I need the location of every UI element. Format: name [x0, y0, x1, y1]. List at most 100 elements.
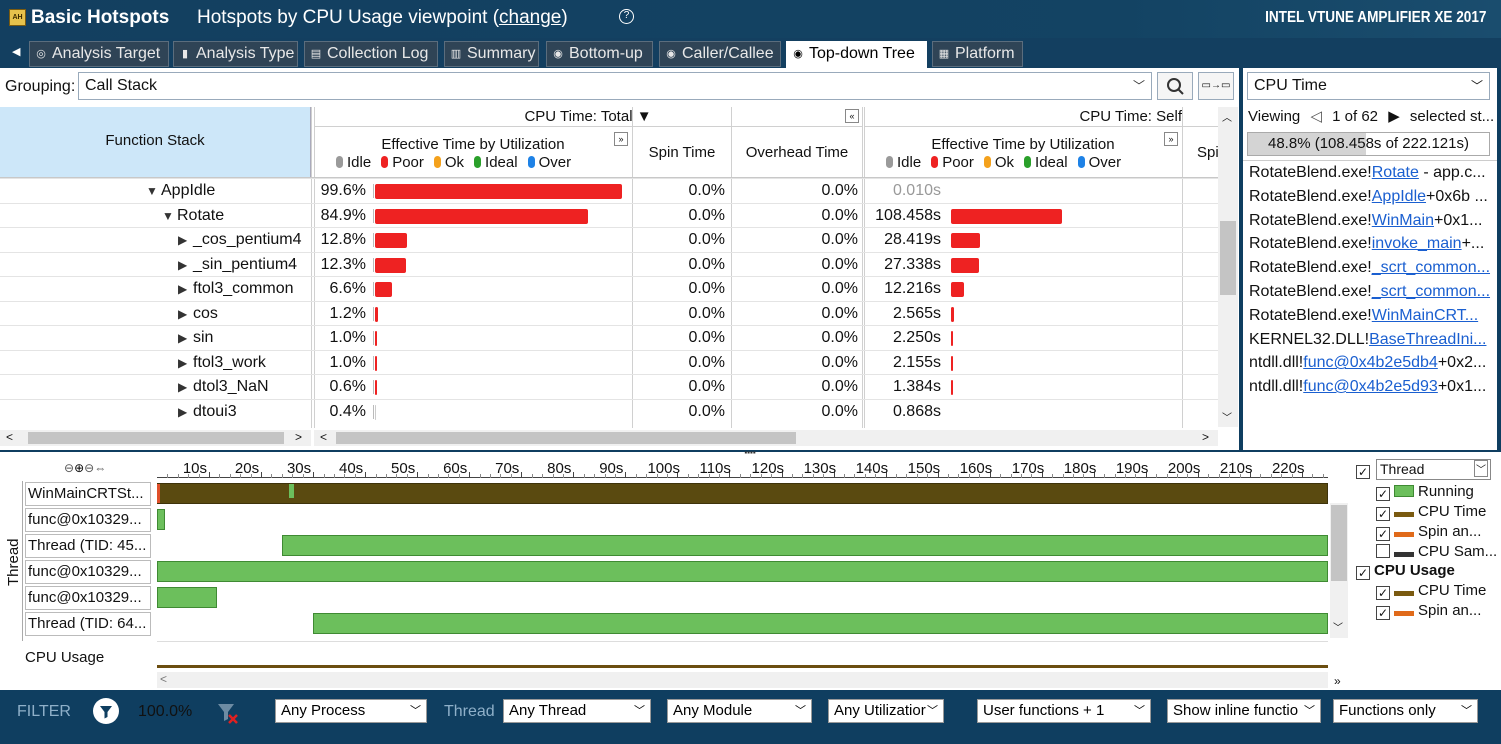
scroll-down-icon[interactable]: ﹀: [1222, 409, 1232, 424]
cpu-total-header[interactable]: CPU Time: Total ▼: [314, 107, 862, 127]
stack-function-link[interactable]: WinMainCRT...: [1372, 307, 1478, 324]
legend-item[interactable]: ✓ Spin an...: [1376, 602, 1481, 620]
table-row[interactable]: ▶ cos 1.2% 0.0% 0.0% 2.565s: [0, 300, 1218, 326]
table-row[interactable]: ▶ dtoui3 0.4% 0.0% 0.0% 0.868s: [0, 398, 1218, 424]
tab-platform[interactable]: ▦ Platform: [932, 41, 1023, 67]
stack-frame[interactable]: KERNEL32.DLL!BaseThreadIni...: [1249, 331, 1491, 349]
user-functions-select[interactable]: User functions + 1 ﹀: [977, 699, 1151, 723]
legend-expand-icon[interactable]: »: [1334, 674, 1341, 688]
stack-frame[interactable]: RotateBlend.exe!WinMainCRT...: [1249, 307, 1491, 325]
thread-label[interactable]: func@0x10329...: [25, 560, 151, 584]
thread-filter-select[interactable]: Any Thread ﹀: [503, 699, 651, 723]
next-stack-icon[interactable]: ▶: [1388, 108, 1400, 125]
thread-label[interactable]: Thread (TID: 45...: [25, 534, 151, 558]
tab-top-down-tree[interactable]: ◉ Top-down Tree: [786, 41, 927, 68]
legend-item[interactable]: CPU Sam...: [1376, 543, 1497, 560]
scroll-right-icon[interactable]: >: [295, 430, 302, 444]
stack-function-link[interactable]: func@0x4b2e5db4: [1303, 354, 1438, 371]
stack-frame[interactable]: RotateBlend.exe!invoke_main+...: [1249, 235, 1491, 253]
scroll-down-icon[interactable]: ﹀: [1333, 619, 1343, 634]
stack-metric-select[interactable]: CPU Time ﹀: [1247, 72, 1490, 100]
expand-effective-self-icon[interactable]: »: [1164, 132, 1178, 146]
checkbox-checked-icon[interactable]: ✓: [1376, 487, 1390, 501]
checkbox-checked-icon[interactable]: ✓: [1376, 586, 1390, 600]
effective-self-header[interactable]: Effective Time by Utilization » Idle Poor…: [864, 128, 1182, 177]
table-row[interactable]: ▶ ftol3_work 1.0% 0.0% 0.0% 2.155s: [0, 349, 1218, 374]
expand-icon[interactable]: ▶: [178, 400, 187, 424]
spin-time-header[interactable]: Spin Time: [633, 128, 731, 177]
thread-group-checkbox[interactable]: ✓: [1356, 461, 1374, 479]
thread-running-bar[interactable]: [157, 483, 1328, 504]
grouping-select[interactable]: Call Stack ﹀: [78, 72, 1152, 100]
change-viewpoint-link[interactable]: change: [499, 7, 561, 28]
scroll-up-icon[interactable]: ︿: [1222, 109, 1232, 124]
utilization-filter-select[interactable]: Any Utilizatior ﹀: [828, 699, 944, 723]
stack-frame[interactable]: RotateBlend.exe!WinMain+0x1...: [1249, 212, 1491, 230]
table-row[interactable]: ▶ _sin_pentium4 12.3% 0.0% 0.0% 27.338s: [0, 251, 1218, 276]
stack-function-link[interactable]: AppIdle: [1372, 188, 1426, 205]
cpu-usage-track[interactable]: [157, 641, 1328, 668]
stack-function-link[interactable]: Rotate: [1372, 164, 1419, 181]
grid-vertical-scrollbar[interactable]: ︿ ﹀: [1218, 107, 1238, 427]
thread-running-bar[interactable]: [281, 535, 1328, 556]
expand-icon[interactable]: ▶: [178, 302, 187, 326]
stack-hscroll-thumb[interactable]: [28, 432, 284, 444]
scroll-left-icon[interactable]: <: [6, 430, 13, 444]
zoom-in-icon[interactable]: ⊕: [74, 461, 84, 475]
thread-running-bar[interactable]: [313, 613, 1328, 634]
tab-scroll-left-icon[interactable]: ◀: [12, 45, 20, 58]
legend-item[interactable]: ✓ CPU Time: [1376, 582, 1486, 600]
expand-icon[interactable]: ▶: [178, 228, 187, 252]
checkbox-checked-icon[interactable]: ✓: [1376, 507, 1390, 521]
thread-label[interactable]: func@0x10329...: [25, 508, 151, 532]
scroll-left-icon[interactable]: <: [320, 430, 327, 444]
legend-item[interactable]: ✓ Spin an...: [1376, 523, 1481, 541]
collapse-icon[interactable]: ▼: [146, 179, 158, 203]
stack-function-link[interactable]: BaseThreadIni...: [1369, 331, 1486, 348]
stack-function-link[interactable]: WinMain: [1372, 212, 1434, 229]
tab-summary[interactable]: ▥ Summary: [444, 41, 539, 67]
stack-frame[interactable]: RotateBlend.exe!_scrt_common...: [1249, 259, 1491, 277]
column-layout-button[interactable]: ▭→▭: [1198, 72, 1234, 100]
help-icon[interactable]: ?: [619, 9, 634, 24]
stack-frame[interactable]: ntdll.dll!func@0x4b2e5db4+0x2...: [1249, 354, 1491, 372]
stack-function-link[interactable]: func@0x4b2e5d93: [1303, 378, 1438, 395]
prev-stack-icon[interactable]: ◁: [1310, 108, 1322, 125]
zoom-controls[interactable]: ⊖⊕⊖⇔: [64, 461, 106, 475]
zoom-reset-icon[interactable]: ⇔: [94, 461, 106, 475]
stack-frame[interactable]: RotateBlend.exe!_scrt_common...: [1249, 283, 1491, 301]
metrics-hscroll-thumb[interactable]: [336, 432, 796, 444]
table-row[interactable]: ▼ Rotate 84.9% 0.0% 0.0% 108.458s: [0, 202, 1218, 228]
process-filter-select[interactable]: Any Process ﹀: [275, 699, 427, 723]
inline-functions-select[interactable]: Show inline functio ﹀: [1167, 699, 1321, 723]
spin-self-header[interactable]: Spi: [1183, 128, 1218, 177]
table-row[interactable]: ▶ _cos_pentium4 12.8% 0.0% 0.0% 28.419s: [0, 227, 1218, 251]
thread-vscroll[interactable]: ﹀: [1330, 503, 1348, 638]
timeline-hscroll[interactable]: <: [157, 672, 1328, 688]
filter-funnel-icon[interactable]: [93, 698, 119, 724]
legend-item[interactable]: ✓ CPU Time: [1376, 503, 1486, 521]
stack-frame[interactable]: RotateBlend.exe!AppIdle+0x6b ...: [1249, 188, 1491, 206]
table-row[interactable]: ▼ AppIdle 99.6% 0.0% 0.0% 0.010s: [0, 178, 1218, 202]
scroll-right-icon[interactable]: >: [1202, 430, 1209, 444]
cpu-usage-group[interactable]: ✓ CPU Usage: [1356, 562, 1455, 580]
thread-vscroll-thumb[interactable]: [1331, 505, 1347, 581]
stack-function-link[interactable]: _scrt_common...: [1372, 259, 1490, 276]
thread-label[interactable]: WinMainCRTSt...: [25, 482, 151, 506]
tab-analysis-target[interactable]: ◎ Analysis Target: [29, 41, 169, 67]
grid-vscroll-thumb[interactable]: [1220, 221, 1236, 295]
splitter-handle-icon[interactable]: ▪▪▪▪: [738, 449, 762, 457]
stack-frame[interactable]: RotateBlend.exe!Rotate - app.c...: [1249, 164, 1491, 182]
timeline-ruler[interactable]: [157, 458, 1328, 478]
stack-function-link[interactable]: _scrt_common...: [1372, 283, 1490, 300]
clear-filter-icon[interactable]: [216, 701, 240, 729]
overhead-time-header[interactable]: Overhead Time: [732, 128, 862, 177]
table-row[interactable]: ▶ dtol3_NaN 0.6% 0.0% 0.0% 1.384s: [0, 374, 1218, 398]
zoom-out-icon[interactable]: ⊖: [84, 461, 94, 475]
thread-label[interactable]: Thread (TID: 64...: [25, 612, 151, 636]
thread-running-bar[interactable]: [157, 587, 217, 608]
collapse-icon[interactable]: ▼: [162, 204, 174, 228]
checkbox-unchecked-icon[interactable]: [1376, 544, 1390, 558]
stack-horizontal-scrollbar[interactable]: < >: [0, 430, 311, 446]
stack-frame[interactable]: ntdll.dll!func@0x4b2e5d93+0x1...: [1249, 378, 1491, 396]
